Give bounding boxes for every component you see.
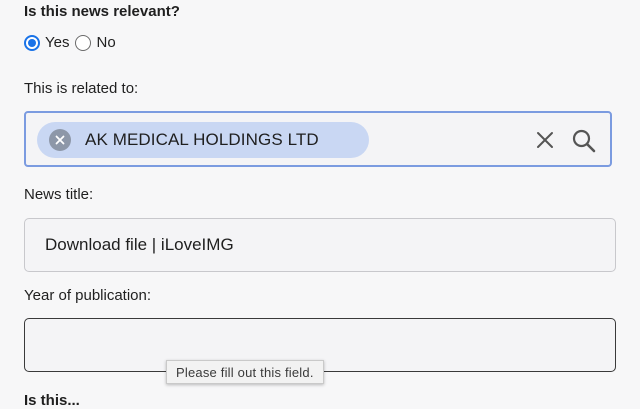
chip-remove-icon[interactable] <box>49 129 71 151</box>
year-label: Year of publication: <box>24 287 152 304</box>
search-icon[interactable] <box>571 128 597 154</box>
next-question-label: Is this... <box>24 392 80 409</box>
radio-yes[interactable] <box>24 34 40 51</box>
radio-no[interactable] <box>75 34 92 51</box>
radio-no-label[interactable]: No <box>96 34 115 51</box>
chip-label: AK MEDICAL HOLDINGS LTD <box>85 130 319 149</box>
validation-tooltip: Please fill out this field. <box>166 360 324 384</box>
clear-icon[interactable] <box>535 130 555 150</box>
radio-yes-label[interactable]: Yes <box>45 34 69 51</box>
related-select[interactable]: AK MEDICAL HOLDINGS LTD <box>24 111 612 167</box>
news-title-input[interactable] <box>24 218 616 272</box>
news-title-label: News title: <box>24 186 94 203</box>
selected-company-chip: AK MEDICAL HOLDINGS LTD <box>37 122 369 158</box>
relevance-question: Is this news relevant? <box>24 3 180 20</box>
relevance-radio-group: Yes No <box>24 34 122 51</box>
related-label: This is related to: <box>24 80 139 97</box>
